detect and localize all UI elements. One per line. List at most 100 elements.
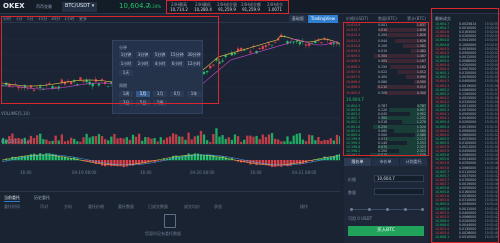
macd-bar: [277, 160, 280, 167]
macd-bar: [57, 156, 60, 161]
volume-bar: [218, 136, 221, 144]
candle-body: [267, 43, 271, 45]
candle-body: [270, 44, 274, 46]
candle-body: [292, 41, 295, 43]
tab-tradingview[interactable]: TradingView: [307, 15, 338, 23]
volume-bar: [304, 141, 308, 144]
macd-bar: [224, 157, 227, 161]
volume-bar: [212, 134, 215, 144]
candle-body: [264, 45, 268, 48]
highlight-box-orderbook: [343, 22, 429, 156]
tab-limit[interactable]: 限价单: [344, 158, 372, 166]
volume-bar: [97, 134, 101, 144]
volume-bar: [317, 137, 320, 144]
macd-bar: [119, 160, 122, 167]
candle-body: [233, 52, 237, 55]
volume-bar: [295, 133, 298, 144]
highlight-box-trades: [431, 8, 499, 243]
volume-bar: [175, 134, 178, 144]
volume-bar: [283, 141, 286, 144]
volume-bar: [66, 140, 70, 144]
volume-bar: [243, 139, 246, 144]
macd-bar: [274, 160, 277, 167]
volume-bar: [267, 134, 271, 144]
pair-selector[interactable]: BTC/USDT ▾: [62, 2, 98, 12]
macd-bar: [60, 156, 64, 161]
buy-button[interactable]: 买入BTC: [348, 226, 424, 236]
col-amount: 委托数量: [118, 204, 134, 209]
col-side: 方向: [64, 204, 72, 209]
volume-bar: [193, 136, 196, 144]
macd-bar: [181, 155, 184, 161]
logo[interactable]: OKEX: [3, 2, 25, 10]
volume-bar: [230, 139, 234, 144]
tab-basic[interactable]: 基础版: [288, 15, 307, 23]
volume-bar: [168, 136, 172, 144]
volume-bar: [85, 133, 88, 144]
macd-bar: [159, 160, 162, 161]
volume-bar: [233, 134, 237, 144]
macd-bar: [261, 160, 264, 165]
price-input[interactable]: 10,604.7: [374, 175, 424, 182]
amount-input[interactable]: [374, 188, 424, 195]
volume-bars: [2, 128, 340, 144]
candle-body: [295, 40, 298, 42]
tab-open-orders[interactable]: 当前委托: [4, 195, 20, 202]
volume-bar: [113, 133, 116, 144]
macd-bar: [32, 153, 36, 161]
macd-bar: [26, 155, 30, 161]
macd-bar: [184, 155, 187, 161]
col-time: 委托时间: [4, 204, 20, 209]
volume-bar: [122, 138, 125, 144]
order-form: 限价单 市价单 计划委托 价格 10,604.7 数量 可用 0 USDT 买入…: [344, 158, 428, 243]
amount-label: 数量: [348, 190, 356, 195]
macd-bar: [215, 156, 218, 161]
macd-bar: [332, 156, 336, 161]
volume-bar: [199, 130, 203, 144]
candle-body: [243, 50, 246, 51]
macd-bar: [249, 160, 252, 165]
col-price: 委托价格: [88, 204, 104, 209]
macd-bar: [23, 155, 26, 161]
volume-bar: [45, 139, 48, 144]
volume-bar: [215, 128, 218, 144]
volume-bar: [51, 140, 54, 144]
macd-bar: [66, 158, 70, 161]
volume-bar: [54, 135, 57, 144]
volume-bar: [42, 139, 45, 144]
amount-slider[interactable]: [350, 208, 424, 211]
market-tab[interactable]: 币币交易: [36, 4, 52, 10]
macd-label: MACD(12,26,9): [1, 139, 32, 144]
volume-bar: [252, 136, 255, 144]
empty-message: 您暂时没有委托数据: [145, 231, 181, 236]
col-action: 操作: [300, 204, 308, 209]
macd-bar: [193, 153, 196, 161]
volume-bar: [73, 138, 76, 144]
volume-bar: [202, 134, 206, 144]
volume-bar: [162, 139, 166, 144]
volume-bar: [104, 139, 107, 144]
volume-bar: [196, 135, 200, 144]
candle-body: [249, 51, 252, 53]
candle-body: [304, 44, 308, 46]
volume-bar: [125, 137, 128, 144]
col-status: 状态: [214, 204, 222, 209]
volume-bar: [270, 133, 274, 144]
col-avg: 成交均价: [184, 204, 200, 209]
volume-bar: [227, 137, 230, 144]
candle-body: [274, 42, 277, 43]
tab-order-history[interactable]: 历史委托: [34, 195, 50, 201]
tab-market[interactable]: 市价单: [372, 158, 400, 166]
tab-plan[interactable]: 计划委托: [400, 158, 428, 166]
volume-label: VOLUME(5,10): [1, 111, 30, 116]
volume-bar: [134, 136, 138, 144]
volume-bar: [187, 132, 190, 144]
volume-bar: [240, 141, 243, 144]
time-axis: 16:00 04-19 08:00 16:00 04-20 08:00 16:0…: [20, 170, 317, 175]
macd-bar: [270, 160, 274, 168]
macd-bar: [39, 153, 42, 161]
volume-bar: [172, 133, 175, 144]
volume-bar: [138, 133, 141, 144]
candle-body: [224, 55, 227, 57]
volume-bar: [301, 139, 305, 144]
